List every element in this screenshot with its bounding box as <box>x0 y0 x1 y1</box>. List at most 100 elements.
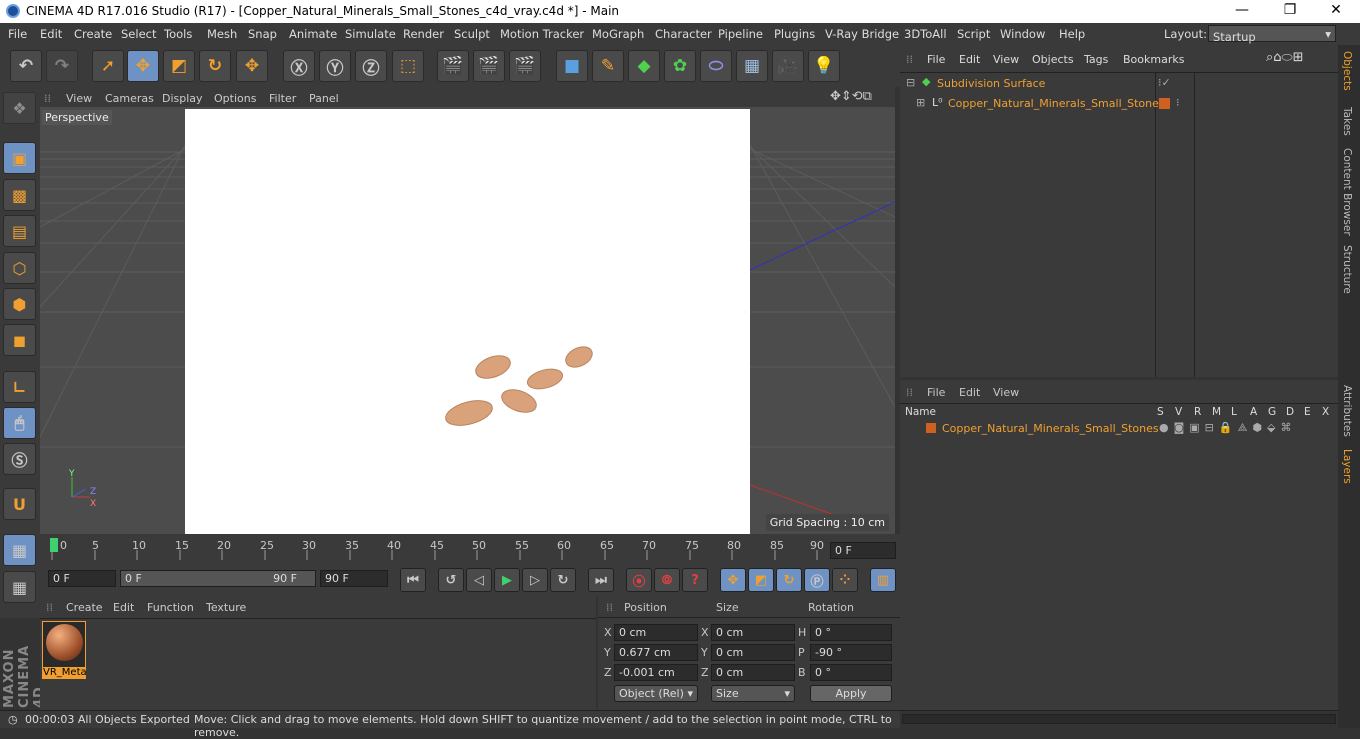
deformer-button[interactable]: ⬭ <box>700 50 732 82</box>
model-mode-button[interactable]: ▣ <box>3 142 36 174</box>
menu-tools[interactable]: Tools <box>164 27 192 41</box>
object-row-copper-stones[interactable]: ⊞ L⁰ Copper_Natural_Minerals_Small_Stone… <box>904 95 1334 113</box>
layer-toggle-icons[interactable]: ●◙▣⊟🔒⟁⬢⬙⌘ <box>1159 421 1296 435</box>
mat-menu-edit[interactable]: Edit <box>113 601 134 614</box>
menu-mograph[interactable]: MoGraph <box>592 27 644 41</box>
edges-mode-button[interactable]: ⬢ <box>3 288 36 320</box>
side-tab-attributes[interactable]: Attributes <box>1341 385 1353 437</box>
goto-end-button[interactable]: ⏭ <box>588 568 614 592</box>
vp-menu-view[interactable]: View <box>66 92 92 105</box>
menu-create[interactable]: Create <box>74 27 112 41</box>
key-pla-button[interactable]: ⁘ <box>832 568 858 592</box>
cube-primitive-button[interactable]: ■ <box>556 50 588 82</box>
layer-color-swatch[interactable] <box>926 423 936 433</box>
size-z-field[interactable]: 0 cm <box>711 664 795 681</box>
pos-y-field[interactable]: 0.677 cm <box>614 644 698 661</box>
coord-mode-dropdown[interactable]: Object (Rel) ▾ <box>614 685 698 702</box>
menu-motion-tracker[interactable]: Motion Tracker <box>500 27 584 41</box>
polygons-mode-button[interactable]: ◼ <box>3 324 36 356</box>
record-keys-button[interactable]: ⦿ <box>626 568 652 592</box>
layer-menu-edit[interactable]: Edit <box>959 386 980 399</box>
side-tab-objects[interactable]: Objects <box>1341 51 1353 91</box>
vp-menu-display[interactable]: Display <box>162 92 203 105</box>
subdivision-surface-button[interactable]: ◆ <box>628 50 660 82</box>
vp-menu-panel[interactable]: Panel <box>309 92 339 105</box>
3d-viewport[interactable]: Perspective Grid Spacing : 10 cm Y Z X <box>40 107 895 534</box>
menu-vray-bridge[interactable]: V-Ray Bridge <box>825 27 899 41</box>
rotate-tool-button[interactable]: ↻ <box>199 50 231 82</box>
menu-script[interactable]: Script <box>957 27 990 41</box>
side-tab-takes[interactable]: Takes <box>1341 107 1353 136</box>
next-frame-button[interactable]: ▷ <box>522 568 548 592</box>
layer-row-copper-stones[interactable]: Copper_Natural_Minerals_Small_Stones ●◙▣… <box>900 421 1338 437</box>
pen-spline-button[interactable]: ✎ <box>592 50 624 82</box>
vp-menu-filter[interactable]: Filter <box>269 92 296 105</box>
layer-color-swatch[interactable] <box>1159 98 1170 109</box>
render-settings-button[interactable]: 🎬 <box>509 50 541 82</box>
start-frame-field[interactable]: 0 F <box>48 570 116 587</box>
workplane-lock-button[interactable]: ▦ <box>3 534 36 566</box>
mat-menu-texture[interactable]: Texture <box>206 601 246 614</box>
live-selection-button[interactable]: ➚ <box>92 50 124 82</box>
prev-key-button[interactable]: ↺ <box>438 568 464 592</box>
enabled-check-icon[interactable]: ⁝✓ <box>1158 76 1171 89</box>
menu-sculpt[interactable]: Sculpt <box>454 27 490 41</box>
side-tab-structure[interactable]: Structure <box>1341 245 1353 294</box>
side-tab-content-browser[interactable]: Content Browser <box>1341 148 1353 236</box>
pos-x-field[interactable]: 0 cm <box>614 624 698 641</box>
menu-animate[interactable]: Animate <box>289 27 337 41</box>
floor-button[interactable]: ▦ <box>736 50 768 82</box>
axis-mode-button[interactable]: ∟ <box>3 371 36 403</box>
obj-menu-bookmarks[interactable]: Bookmarks <box>1123 53 1184 66</box>
locked-workplane-button[interactable]: ▦ <box>3 571 36 603</box>
end-frame-field[interactable]: 90 F <box>320 570 388 587</box>
camera-button[interactable]: 🎥 <box>772 50 804 82</box>
z-axis-lock-button[interactable]: Ⓩ <box>355 50 387 82</box>
obj-toolbar-icons[interactable]: ⌕⌂⬭⊞ <box>1266 50 1304 65</box>
size-x-field[interactable]: 0 cm <box>711 624 795 641</box>
redo-button[interactable]: ↷ <box>46 50 78 82</box>
side-tab-layers[interactable]: Layers <box>1341 449 1353 484</box>
light-button[interactable]: 💡 <box>808 50 840 82</box>
keyframe-selection-button[interactable]: ? <box>682 568 708 592</box>
layer-menu-view[interactable]: View <box>993 386 1019 399</box>
rot-b-field[interactable]: 0 ° <box>810 664 892 681</box>
obj-menu-tags[interactable]: Tags <box>1084 53 1108 66</box>
move-tool-button[interactable]: ✥ <box>127 50 159 82</box>
size-mode-dropdown[interactable]: Size ▾ <box>711 685 795 702</box>
magnet-button[interactable]: U <box>3 488 36 520</box>
close-button[interactable]: ✕ <box>1326 2 1346 18</box>
vp-menu-options[interactable]: Options <box>214 92 256 105</box>
render-view-button[interactable]: 🎬 <box>437 50 469 82</box>
scale-tool-button[interactable]: ◩ <box>163 50 195 82</box>
menu-render[interactable]: Render <box>403 27 444 41</box>
vp-menu-cameras[interactable]: Cameras <box>105 92 154 105</box>
viewport-nav-icons[interactable]: ✥⇕⟲⧉ <box>830 89 872 104</box>
object-row-subdivision[interactable]: ⊟ ◆ Subdivision Surface ⁝✓ <box>904 75 1334 93</box>
menu-plugins[interactable]: Plugins <box>774 27 815 41</box>
goto-start-button[interactable]: ⏮ <box>400 568 426 592</box>
autokey-button[interactable]: ⦾ <box>654 568 680 592</box>
key-scale-button[interactable]: ◩ <box>748 568 774 592</box>
recent-tool-button[interactable]: ✥ <box>236 50 268 82</box>
menu-mesh[interactable]: Mesh <box>207 27 237 41</box>
mat-menu-create[interactable]: Create <box>66 601 103 614</box>
prev-frame-button[interactable]: ◁ <box>466 568 492 592</box>
layout-dropdown[interactable]: Startup ▾ <box>1208 25 1336 44</box>
tweak-mode-button[interactable]: 🖱 <box>3 407 36 439</box>
key-parameter-button[interactable]: Ⓟ <box>804 568 830 592</box>
make-editable-button[interactable]: ❖ <box>3 92 36 124</box>
menu-edit[interactable]: Edit <box>40 27 62 41</box>
restore-button[interactable]: ❐ <box>1280 2 1300 18</box>
snap-button[interactable]: Ⓢ <box>3 443 36 475</box>
next-key-button[interactable]: ↻ <box>550 568 576 592</box>
mat-menu-function[interactable]: Function <box>147 601 194 614</box>
timeline-ruler[interactable]: 0 5 10 15 20 25 30 35 40 45 50 55 60 65 … <box>40 534 900 566</box>
render-picture-viewer-button[interactable]: 🎬 <box>473 50 505 82</box>
points-mode-button[interactable]: ⬡ <box>3 252 36 284</box>
pos-z-field[interactable]: -0.001 cm <box>614 664 698 681</box>
menu-snap[interactable]: Snap <box>248 27 277 41</box>
play-button[interactable]: ▶ <box>494 568 520 592</box>
y-axis-lock-button[interactable]: Ⓨ <box>319 50 351 82</box>
coordinate-system-button[interactable]: ⬚ <box>392 50 424 82</box>
